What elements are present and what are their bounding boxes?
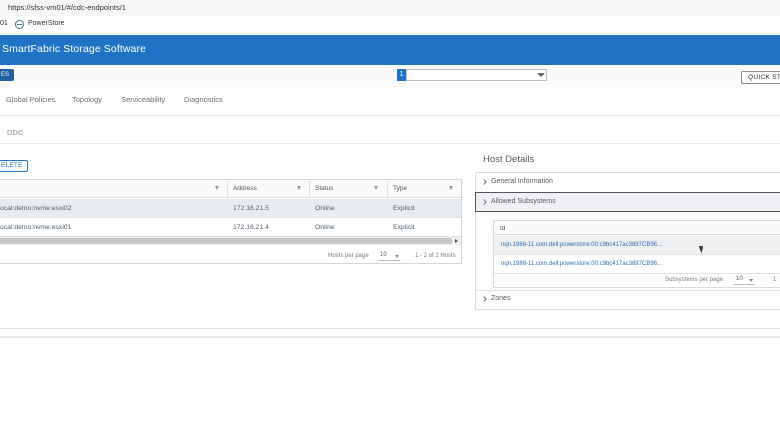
host-status: Online xyxy=(315,224,335,231)
breadcrumb-divider xyxy=(0,143,780,144)
host-name[interactable]: ocal:demo:nvme:esxi02 xyxy=(0,205,71,212)
bookmarks-bar xyxy=(0,16,780,34)
page-divider xyxy=(0,336,780,338)
host-name[interactable]: ocal:demo:nvme:esxi01 xyxy=(0,224,71,231)
chevron-down-icon[interactable] xyxy=(395,255,399,258)
delete-button[interactable]: ELETE xyxy=(0,160,28,172)
nav-divider xyxy=(0,115,780,116)
filter-icon[interactable] xyxy=(297,186,301,190)
column-separator xyxy=(227,181,228,197)
bookmark-powerstore[interactable]: PowerStore xyxy=(28,20,65,27)
hosts-per-page-value: 10 xyxy=(380,252,387,258)
content-bottom-border xyxy=(0,328,780,329)
filter-icon[interactable] xyxy=(449,186,453,190)
hosts-pagination-range: 1 - 2 of 2 Hosts xyxy=(415,253,456,259)
host-type: Explicit xyxy=(393,224,415,231)
scrollbar-thumb[interactable] xyxy=(0,238,452,244)
column-header-type[interactable]: Type xyxy=(393,185,407,192)
host-details-title: Host Details xyxy=(483,154,535,165)
general-information-section[interactable]: General Information xyxy=(491,178,553,185)
host-type: Explicit xyxy=(393,205,415,212)
column-header-address[interactable]: Address xyxy=(233,185,257,192)
url-text[interactable]: https://sfss-vm01/#/cdc-endpoints/1 xyxy=(8,3,126,12)
subsystems-per-page-label: Subsystems per page xyxy=(665,277,724,283)
subsystems-table-header xyxy=(494,221,780,235)
allowed-subsystems-label[interactable]: Allowed Subsystems xyxy=(491,198,556,205)
subsystems-per-page-value: 10 xyxy=(736,276,743,282)
zones-divider xyxy=(475,290,780,291)
column-separator xyxy=(309,181,310,197)
column-header-id[interactable]: Id xyxy=(500,225,505,232)
subsystems-pagination-range: 1 xyxy=(773,277,777,283)
column-header-status[interactable]: Status xyxy=(315,185,333,192)
breadcrumb[interactable]: DDC xyxy=(7,128,23,137)
subsystem-nqn-link[interactable]: nqn.1988-11.com.dell:powerstore:00:c9bc4… xyxy=(501,261,662,267)
globe-icon xyxy=(15,20,24,29)
host-address: 172.16.21.4 xyxy=(233,224,269,231)
scroll-right-icon[interactable] xyxy=(455,239,458,243)
selector-value[interactable]: 1 xyxy=(397,69,406,81)
toolbar xyxy=(0,65,780,87)
hosts-per-page-label: Hosts per page xyxy=(328,253,369,259)
filter-icon[interactable] xyxy=(374,186,378,190)
chevron-down-icon[interactable] xyxy=(749,279,753,282)
tab-serviceability[interactable]: Serviceability xyxy=(121,95,165,104)
tab-global-policies[interactable]: Global Policies xyxy=(6,95,56,104)
tab-topology[interactable]: Topology xyxy=(72,95,102,104)
host-status: Online xyxy=(315,205,335,212)
subsystem-nqn-link[interactable]: nqn.1988-11.com.dell:powerstore:00:c9bc4… xyxy=(501,242,662,248)
host-address: 172.16.21.5 xyxy=(233,205,269,212)
left-toolbar-button[interactable]: ES xyxy=(0,69,14,81)
tab-diagnostics[interactable]: Diagnostics xyxy=(184,95,223,104)
zones-section[interactable]: Zones xyxy=(491,295,510,302)
app-title: SmartFabric Storage Software xyxy=(2,43,147,55)
hosts-table-header xyxy=(0,180,461,198)
bookmark-prefix[interactable]: 01 xyxy=(0,20,8,27)
column-separator xyxy=(387,181,388,197)
chevron-down-icon[interactable] xyxy=(537,73,545,77)
quick-start-button[interactable]: QUICK STA xyxy=(741,71,780,84)
filter-icon[interactable] xyxy=(215,186,219,190)
context-select[interactable] xyxy=(406,69,547,81)
